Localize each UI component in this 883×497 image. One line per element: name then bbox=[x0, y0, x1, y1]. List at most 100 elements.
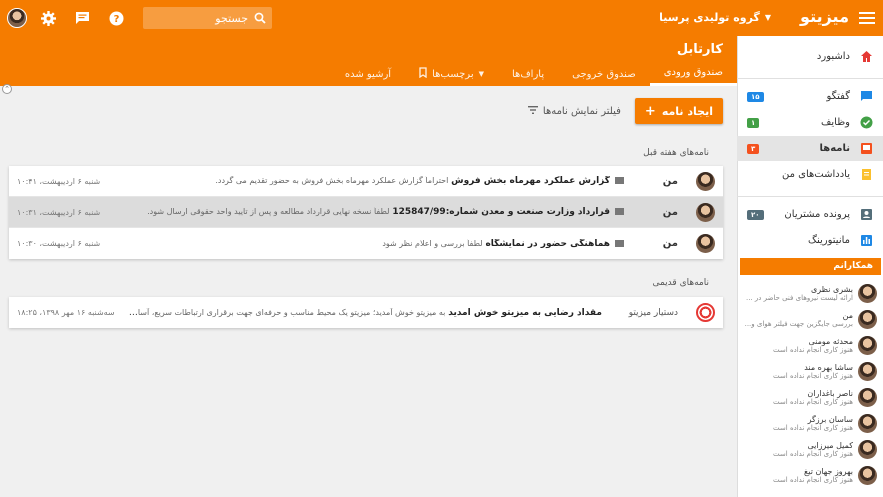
contact-card-icon bbox=[861, 209, 872, 220]
coworker-status: هنوز کاری انجام نداده است bbox=[773, 449, 853, 458]
letter-row[interactable]: من گزارش عملکرد مهرماه بخش فروش احتراماً… bbox=[9, 166, 723, 197]
sidebar-item-tasks[interactable]: وظایف ۱ bbox=[737, 110, 883, 135]
sidebar-item-chat[interactable]: گفتگو ۱۵ bbox=[737, 84, 883, 109]
page-header: کارتابل صندوق ورودی صندوق خروجی پاراف‌ها… bbox=[0, 36, 737, 86]
coworker-item[interactable]: کمیل میرزایی هنوز کاری انجام نداده است bbox=[739, 436, 877, 462]
tab-bar: صندوق ورودی صندوق خروجی پاراف‌ها برچسب‌ه… bbox=[331, 62, 737, 86]
search-input[interactable] bbox=[158, 11, 248, 25]
sidebar-item-monitoring[interactable]: مانیتورینگ bbox=[737, 228, 883, 253]
sidebar-item-label: یادداشت‌های من bbox=[781, 169, 850, 180]
create-letter-button[interactable]: + ایجاد نامه bbox=[634, 98, 723, 124]
sidebar: داشبورد گفتگو ۱۵ وظایف ۱ نامه‌ها ۳ یاددا… bbox=[737, 36, 883, 497]
letter-preview: به میزیتو خوش آمدید؛ میزیتو یک محیط مناس… bbox=[127, 307, 446, 317]
coworker-name: محدثه مومنی bbox=[808, 336, 854, 346]
coworker-item[interactable]: ناصر باغداران هنوز کاری انجام نداده است bbox=[739, 384, 877, 410]
letter-row[interactable]: من قرارداد وزارت صنعت و معدن شماره:12584… bbox=[9, 197, 723, 228]
menu-icon[interactable] bbox=[859, 9, 875, 27]
coworker-status: هنوز کاری انجام نداده است bbox=[773, 397, 853, 406]
sidebar-item-label: مانیتورینگ bbox=[808, 235, 850, 246]
letter-content: مقداد رضایی به میزیتو خوش آمدید به میزیت… bbox=[127, 308, 612, 318]
avatar bbox=[858, 439, 877, 459]
coworker-name: کمیل میرزایی bbox=[807, 440, 853, 450]
chat-icon[interactable] bbox=[73, 9, 91, 27]
svg-text:?: ? bbox=[113, 14, 119, 25]
tab-inbox[interactable]: صندوق ورودی bbox=[649, 62, 737, 86]
sidebar-item-dashboard[interactable]: داشبورد bbox=[737, 44, 883, 69]
mail-icon bbox=[615, 208, 624, 215]
coworker-item[interactable]: محدثه مومنی هنوز کاری انجام نداده است bbox=[739, 332, 877, 358]
letter-row[interactable]: من هماهنگی حضور در نمایشگاه لطفاً بررسی … bbox=[9, 228, 723, 259]
collapse-toggle[interactable]: ⌃ bbox=[2, 84, 12, 94]
letter-subject: قرارداد وزارت صنعت و معدن شماره:125847/9… bbox=[392, 207, 610, 217]
filter-label: فیلتر نمایش نامه‌ها bbox=[542, 105, 621, 117]
org-selector[interactable]: گروه تولیدی پرسیا ▼ bbox=[659, 11, 771, 24]
help-icon[interactable]: ? bbox=[107, 9, 125, 27]
coworker-item[interactable]: من بررسی جایگزین جهت فیلتر هوای و... bbox=[739, 306, 877, 332]
avatar bbox=[858, 465, 877, 485]
sidebar-item-notes[interactable]: یادداشت‌های من bbox=[737, 162, 883, 187]
search-box[interactable] bbox=[143, 7, 272, 29]
letter-subject: مقداد رضایی به میزیتو خوش آمدید bbox=[448, 307, 602, 318]
coworker-status: ارائه لیست نیروهای فنی حاضر در ... bbox=[745, 293, 853, 302]
letter-date: شنبه ۶ اردیبهشت، ۱۰:۴۱ bbox=[17, 176, 101, 186]
mail-icon bbox=[615, 239, 624, 247]
coworker-status: هنوز کاری انجام نداده است bbox=[773, 423, 853, 432]
count-badge: ۱ bbox=[747, 117, 760, 128]
gear-icon[interactable] bbox=[39, 9, 57, 27]
letter-icon bbox=[861, 143, 872, 154]
sidebar-item-customers[interactable]: پرونده مشتریان ۲۰ bbox=[737, 202, 883, 227]
check-circle-icon bbox=[860, 116, 873, 129]
chat-icon bbox=[861, 91, 872, 101]
tab-labels[interactable]: برچسب‌ها ▼ bbox=[405, 62, 498, 86]
user-avatar[interactable] bbox=[7, 8, 27, 28]
coworker-name: من bbox=[842, 310, 853, 320]
filter-icon bbox=[527, 105, 538, 117]
avatar bbox=[858, 361, 877, 381]
top-bar: میزیتو گروه تولیدی پرسیا ▼ ? bbox=[0, 0, 883, 36]
coworker-status: هنوز کاری انجام نداده است bbox=[773, 345, 853, 354]
letter-date: شنبه ۶ اردیبهشت، ۱۰:۳۰ bbox=[17, 239, 101, 248]
avatar bbox=[858, 413, 877, 433]
letter-content: گزارش عملکرد مهرماه بخش فروش احتراماً گز… bbox=[117, 176, 634, 186]
letter-date: شنبه ۶ اردیبهشت، ۱۰:۳۱ bbox=[17, 207, 101, 217]
brand-logo[interactable]: میزیتو bbox=[800, 7, 849, 26]
letter-sender: دستیار میزیتو bbox=[628, 307, 678, 318]
tab-label: صندوق ورودی bbox=[663, 67, 723, 78]
sidebar-item-label: وظایف bbox=[821, 117, 850, 128]
caret-down-icon: ▼ bbox=[478, 70, 484, 78]
coworker-status: هنوز کاری انجام نداده است bbox=[773, 371, 853, 380]
filter-button[interactable]: فیلتر نمایش نامه‌ها bbox=[527, 105, 621, 117]
tab-paraphs[interactable]: پاراف‌ها bbox=[498, 62, 558, 86]
avatar bbox=[696, 202, 715, 222]
coworkers-header: همکارانم bbox=[740, 258, 881, 275]
coworker-name: ساشا بهره مند bbox=[804, 362, 853, 372]
sidebar-item-label: داشبورد bbox=[816, 51, 850, 62]
tab-archived[interactable]: آرشیو شده bbox=[331, 62, 405, 86]
sidebar-item-letters[interactable]: نامه‌ها ۳ bbox=[737, 136, 883, 161]
avatar bbox=[696, 234, 715, 253]
coworker-item[interactable]: بشری نظری ارائه لیست نیروهای فنی حاضر در … bbox=[739, 280, 877, 306]
letter-sender: من bbox=[662, 206, 678, 218]
divider bbox=[737, 196, 883, 197]
coworker-item[interactable]: ساسان برزگر هنوز کاری انجام نداده است bbox=[739, 410, 877, 436]
coworker-item[interactable]: ساشا بهره مند هنوز کاری انجام نداده است bbox=[739, 358, 877, 384]
note-icon bbox=[862, 169, 871, 180]
tab-outbox[interactable]: صندوق خروجی bbox=[558, 62, 650, 86]
tab-label: برچسب‌ها bbox=[432, 68, 474, 80]
letter-row[interactable]: دستیار میزیتو مقداد رضایی به میزیتو خوش … bbox=[9, 297, 723, 328]
avatar bbox=[696, 171, 715, 191]
coworker-item[interactable]: بهروز جهان تیغ هنوز کاری انجام نداده است bbox=[739, 462, 877, 488]
tab-label: آرشیو شده bbox=[344, 68, 392, 80]
coworker-name: ناصر باغداران bbox=[807, 388, 853, 398]
letter-preview: احتراماً گزارش عملکرد مهرماه بخش فروش به… bbox=[215, 176, 449, 185]
letter-subject: گزارش عملکرد مهرماه بخش فروش bbox=[451, 176, 610, 186]
sidebar-item-label: پرونده مشتریان bbox=[784, 209, 850, 220]
letter-preview: لطفاً نسخه نهایی قرارداد مطالعه و پس از … bbox=[147, 207, 390, 216]
main-content: کارتابل صندوق ورودی صندوق خروجی پاراف‌ها… bbox=[0, 36, 737, 497]
coworker-name: بشری نظری bbox=[810, 284, 853, 294]
count-badge: ۲۰ bbox=[747, 209, 764, 220]
letter-date: سه‌شنبه ۱۶ مهر ۱۳۹۸، ۱۸:۲۵ bbox=[17, 308, 115, 317]
divider bbox=[737, 78, 883, 79]
chart-icon bbox=[861, 235, 872, 246]
coworker-status: بررسی جایگزین جهت فیلتر هوای و... bbox=[744, 319, 853, 328]
